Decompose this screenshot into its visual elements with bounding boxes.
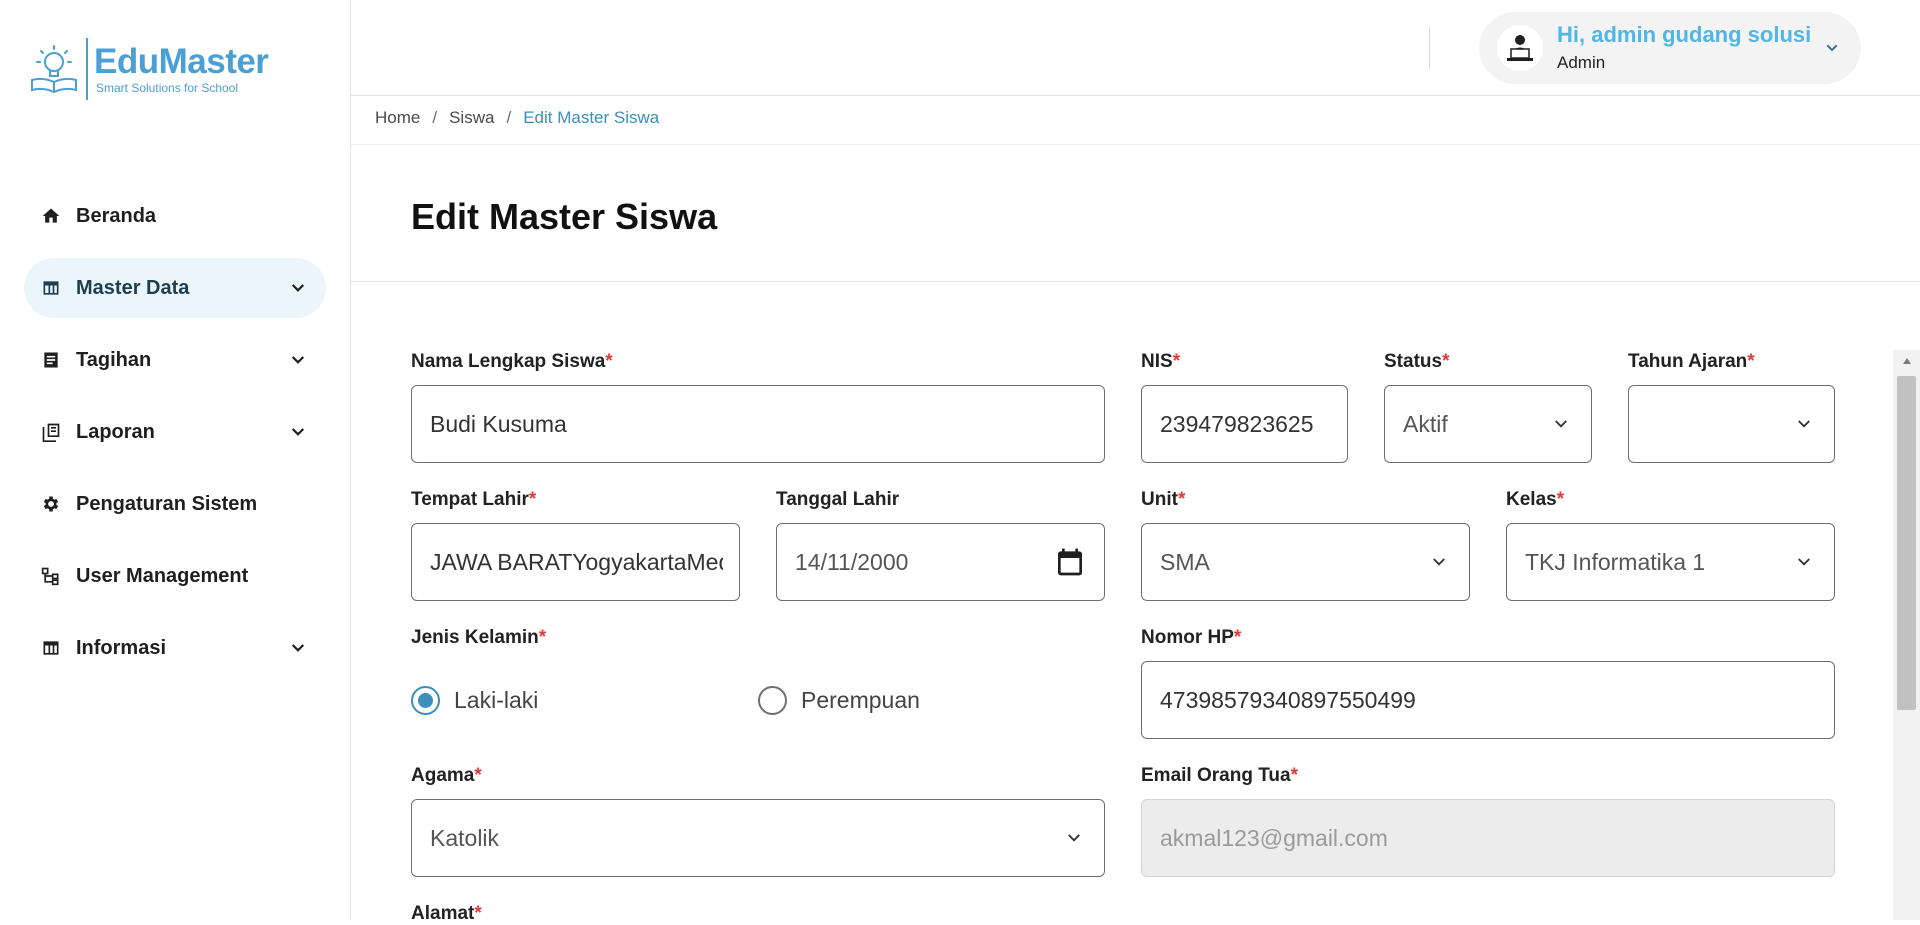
sidebar-item-tagihan[interactable]: Tagihan: [24, 330, 326, 390]
header-divider: [1429, 26, 1430, 70]
agama-select[interactable]: Katolik: [411, 799, 1105, 877]
user-greeting: Hi, admin gudang solusi: [1557, 22, 1812, 47]
sidebar-item-label: Tagihan: [76, 348, 152, 371]
chevron-down-icon: [1792, 550, 1816, 574]
library-icon: [40, 421, 62, 443]
nomor-hp-label: Nomor HP*: [1141, 627, 1242, 648]
nama-label: Nama Lengkap Siswa*: [411, 351, 613, 372]
breadcrumb-siswa[interactable]: Siswa: [449, 108, 494, 128]
alamat-label: Alamat*: [411, 903, 482, 924]
radio-laki-laki[interactable]: Laki-laki: [411, 686, 538, 715]
sidebar-item-user-management[interactable]: User Management: [24, 546, 326, 606]
tahun-ajaran-select[interactable]: [1628, 385, 1835, 463]
sidebar: EduMaster Smart Solutions for School Ber…: [0, 0, 351, 920]
scrollbar-thumb[interactable]: [1897, 376, 1916, 710]
chevron-down-icon: [1427, 550, 1451, 574]
home-icon: [40, 205, 62, 227]
radio-label: Laki-laki: [454, 687, 539, 713]
radio-label: Perempuan: [801, 687, 920, 713]
gear-icon: [40, 493, 62, 515]
chevron-down-icon[interactable]: [1821, 37, 1843, 59]
nis-field[interactable]: 239479823625: [1141, 385, 1348, 463]
tempat-lahir-field[interactable]: JAWA BARATYogyakartaMedan: [411, 523, 740, 601]
agama-label: Agama*: [411, 765, 482, 786]
page-title: Edit Master Siswa: [411, 196, 718, 237]
lightbulb-book-logo-icon: [28, 42, 80, 96]
sidebar-item-label: Pengaturan Sistem: [76, 492, 258, 515]
tanggal-lahir-field[interactable]: 14/11/2000: [776, 523, 1105, 601]
chevron-down-icon: [1062, 826, 1086, 850]
nis-label: NIS*: [1141, 351, 1181, 372]
sidebar-item-label: Informasi: [76, 636, 167, 659]
sidebar-item-beranda[interactable]: Beranda: [24, 186, 326, 246]
logo[interactable]: EduMaster Smart Solutions for School: [28, 38, 269, 100]
radio-perempuan[interactable]: Perempuan: [758, 686, 920, 715]
chevron-down-icon: [286, 348, 310, 372]
nama-field[interactable]: Budi Kusuma: [411, 385, 1105, 463]
sidebar-item-pengaturan-sistem[interactable]: Pengaturan Sistem: [24, 474, 326, 534]
sidebar-nav: Beranda Master Data Tagihan Laporan Peng…: [24, 186, 326, 690]
tanggal-lahir-label: Tanggal Lahir: [776, 489, 900, 510]
logo-divider: [86, 38, 88, 100]
breadcrumb-separator: /: [506, 108, 512, 127]
chevron-down-icon: [286, 276, 310, 300]
breadcrumb: Home / Siswa / Edit Master Siswa: [375, 108, 659, 128]
email-ortu-field: akmal123@gmail.com: [1141, 799, 1835, 877]
sidebar-item-label: Laporan: [76, 420, 155, 443]
calendar-icon[interactable]: [1054, 546, 1086, 578]
top-header: Hi, admin gudang solusi Admin: [351, 0, 1920, 96]
unit-label: Unit*: [1141, 489, 1186, 510]
sidebar-item-label: Master Data: [76, 276, 190, 299]
sidebar-item-label: Beranda: [76, 204, 157, 227]
table-icon: [40, 277, 62, 299]
breadcrumb-current: Edit Master Siswa: [523, 108, 660, 127]
sidebar-item-master-data[interactable]: Master Data: [24, 258, 326, 318]
breadcrumb-separator: /: [432, 108, 438, 127]
email-ortu-label: Email Orang Tua*: [1141, 765, 1298, 786]
scroll-up-arrow-icon[interactable]: [1893, 350, 1920, 372]
jenis-kelamin-label: Jenis Kelamin*: [411, 627, 547, 648]
tempat-lahir-label: Tempat Lahir*: [411, 489, 537, 510]
breadcrumb-divider: [351, 144, 1920, 145]
status-select[interactable]: Aktif: [1384, 385, 1592, 463]
chevron-down-icon: [286, 420, 310, 444]
brand-name: EduMaster: [94, 42, 269, 81]
breadcrumb-home[interactable]: Home: [375, 108, 420, 128]
kelas-select[interactable]: TKJ Informatika 1: [1506, 523, 1835, 601]
brand-tagline: Smart Solutions for School: [96, 81, 239, 95]
user-menu[interactable]: Hi, admin gudang solusi Admin: [1479, 12, 1861, 84]
sidebar-item-laporan[interactable]: Laporan: [24, 402, 326, 462]
chevron-down-icon: [1549, 412, 1573, 436]
user-role: Admin: [1557, 53, 1606, 72]
kelas-label: Kelas*: [1506, 489, 1565, 510]
sidebar-item-informasi[interactable]: Informasi: [24, 618, 326, 678]
title-divider: [351, 281, 1920, 282]
document-icon: [40, 349, 62, 371]
radio-button[interactable]: [758, 686, 787, 715]
scrollbar[interactable]: [1893, 350, 1920, 920]
hierarchy-icon: [40, 565, 62, 587]
chevron-down-icon: [286, 636, 310, 660]
sidebar-item-label: User Management: [76, 564, 249, 587]
tahun-ajaran-label: Tahun Ajaran*: [1628, 351, 1755, 372]
chevron-down-icon: [1792, 412, 1816, 436]
radio-button-checked[interactable]: [411, 686, 440, 715]
nomor-hp-field[interactable]: 47398579340897550499: [1141, 661, 1835, 739]
status-label: Status*: [1384, 351, 1450, 372]
table-icon: [40, 637, 62, 659]
unit-select[interactable]: SMA: [1141, 523, 1470, 601]
avatar: [1497, 25, 1543, 71]
